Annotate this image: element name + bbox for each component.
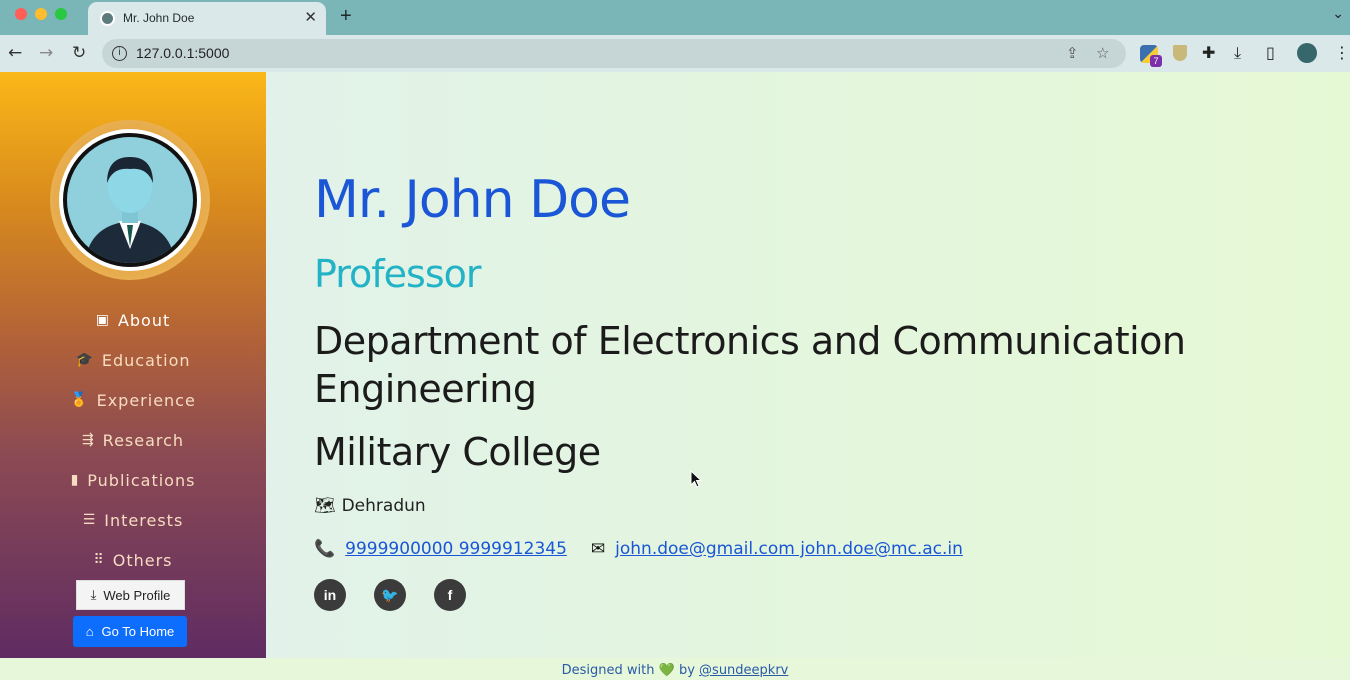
sidebar-item-publications[interactable]: ▮ Publications bbox=[0, 460, 266, 500]
download-icon[interactable]: ⤓ bbox=[1234, 43, 1241, 63]
signs-icon: ⇶ bbox=[81, 432, 95, 448]
footer: Designed with 💚 by @sundeepkrv bbox=[0, 658, 1350, 680]
forward-arrow-icon[interactable]: → bbox=[39, 43, 53, 63]
sidebar-item-label: About bbox=[117, 310, 171, 330]
profile-college: Military College bbox=[314, 430, 601, 474]
go-to-home-button[interactable]: ⌂ Go To Home bbox=[73, 616, 187, 647]
phone-icon: 📞 bbox=[314, 539, 336, 559]
chevron-down-icon[interactable]: ⌄ bbox=[1332, 6, 1344, 22]
twitter-icon[interactable]: 🐦 bbox=[374, 579, 406, 611]
shield-extension-icon[interactable] bbox=[1173, 45, 1187, 61]
web-profile-button[interactable]: ⤓ Web Profile bbox=[76, 580, 185, 610]
minimize-window-button[interactable] bbox=[35, 8, 47, 20]
menu-kebab-icon[interactable]: ⋮ bbox=[1334, 43, 1350, 62]
social-links: in 🐦 f bbox=[314, 579, 466, 611]
browser-tab[interactable]: Mr. John Doe ✕ bbox=[88, 2, 326, 35]
sidebar-nav: ▣ About 🎓 Education 🏅 Experience ⇶ Resea… bbox=[0, 300, 266, 580]
sidebar-item-about[interactable]: ▣ About bbox=[0, 300, 266, 340]
tab-close-button[interactable]: ✕ bbox=[304, 8, 317, 26]
profile-name: Mr. John Doe bbox=[314, 170, 631, 230]
sidebar-toggle-icon[interactable]: ▯ bbox=[1266, 43, 1275, 62]
location-text: Dehradun bbox=[341, 496, 426, 516]
browser-tab-bar: Mr. John Doe ✕ + ⌄ bbox=[0, 0, 1350, 35]
download-icon: ⤓ bbox=[90, 587, 97, 602]
bookmark-star-icon[interactable]: ☆ bbox=[1096, 44, 1109, 62]
sidebar-item-label: Publications bbox=[87, 470, 196, 490]
back-arrow-icon[interactable]: ← bbox=[8, 43, 22, 63]
footer-by: by bbox=[678, 663, 695, 678]
web-profile-label: Web Profile bbox=[103, 587, 171, 603]
info-icon[interactable]: i bbox=[112, 46, 127, 61]
contact-info: 📞 9999900000 9999912345 ✉ john.doe@gmail… bbox=[314, 539, 963, 559]
sidebar-item-label: Education bbox=[101, 350, 191, 370]
close-window-button[interactable] bbox=[15, 8, 27, 20]
sidebar-item-experience[interactable]: 🏅 Experience bbox=[0, 380, 266, 420]
tab-title: Mr. John Doe bbox=[123, 11, 195, 25]
grip-icon: ⠿ bbox=[93, 552, 105, 568]
award-icon: 🏅 bbox=[70, 392, 89, 408]
phone-link[interactable]: 9999900000 9999912345 bbox=[345, 539, 567, 559]
share-icon[interactable]: ⇪ bbox=[1066, 44, 1079, 62]
home-icon: ⌂ bbox=[85, 624, 94, 639]
mouse-cursor-icon bbox=[690, 470, 703, 488]
sidebar-item-label: Interests bbox=[104, 510, 184, 530]
id-card-icon: ▣ bbox=[95, 312, 110, 328]
location: 🗺 Dehradun bbox=[314, 496, 426, 516]
sidebar-item-research[interactable]: ⇶ Research bbox=[0, 420, 266, 460]
favicon-icon bbox=[100, 11, 115, 26]
puzzle-extensions-icon[interactable]: ✚ bbox=[1202, 43, 1215, 62]
about-section: Mr. John Doe Professor Department of Ele… bbox=[266, 72, 1350, 658]
heart-icon: 💚 bbox=[658, 663, 675, 678]
linkedin-icon[interactable]: in bbox=[314, 579, 346, 611]
sidebar-item-interests[interactable]: ☰ Interests bbox=[0, 500, 266, 540]
maximize-window-button[interactable] bbox=[55, 8, 67, 20]
footer-prefix: Designed with bbox=[561, 663, 655, 678]
sidebar-item-label: Research bbox=[102, 430, 185, 450]
sidebar-item-education[interactable]: 🎓 Education bbox=[0, 340, 266, 380]
go-to-home-label: Go To Home bbox=[101, 624, 175, 639]
extension-badge: 7 bbox=[1150, 55, 1162, 67]
graduation-cap-icon: 🎓 bbox=[75, 352, 94, 368]
sidebar: ▣ About 🎓 Education 🏅 Experience ⇶ Resea… bbox=[0, 72, 266, 658]
profile-person-icon bbox=[67, 137, 193, 263]
book-icon: ▮ bbox=[70, 472, 80, 488]
map-location-icon: 🗺 bbox=[314, 496, 336, 516]
sidebar-item-label: Experience bbox=[96, 390, 196, 410]
reload-icon[interactable]: ↻ bbox=[72, 43, 86, 63]
envelope-icon: ✉ bbox=[590, 539, 606, 559]
author-link[interactable]: @sundeepkrv bbox=[699, 663, 788, 678]
facebook-icon[interactable]: f bbox=[434, 579, 466, 611]
list-check-icon: ☰ bbox=[82, 512, 97, 528]
new-tab-button[interactable]: + bbox=[340, 5, 352, 28]
email-link[interactable]: john.doe@gmail.com john.doe@mc.ac.in bbox=[615, 539, 963, 559]
url-text[interactable]: 127.0.0.1:5000 bbox=[136, 45, 229, 61]
profile-department: Department of Electronics and Communicat… bbox=[314, 319, 1186, 411]
address-bar[interactable]: i 127.0.0.1:5000 ⇪ ☆ bbox=[102, 39, 1126, 68]
sidebar-item-label: Others bbox=[112, 550, 173, 570]
sidebar-item-others[interactable]: ⠿ Others bbox=[0, 540, 266, 580]
browser-toolbar: ← → ↻ i 127.0.0.1:5000 ⇪ ☆ 7 ✚ ⤓ ▯ ⋮ bbox=[0, 35, 1350, 72]
avatar bbox=[50, 120, 210, 280]
profile-role: Professor bbox=[314, 252, 482, 296]
profile-avatar-icon[interactable] bbox=[1297, 43, 1317, 63]
